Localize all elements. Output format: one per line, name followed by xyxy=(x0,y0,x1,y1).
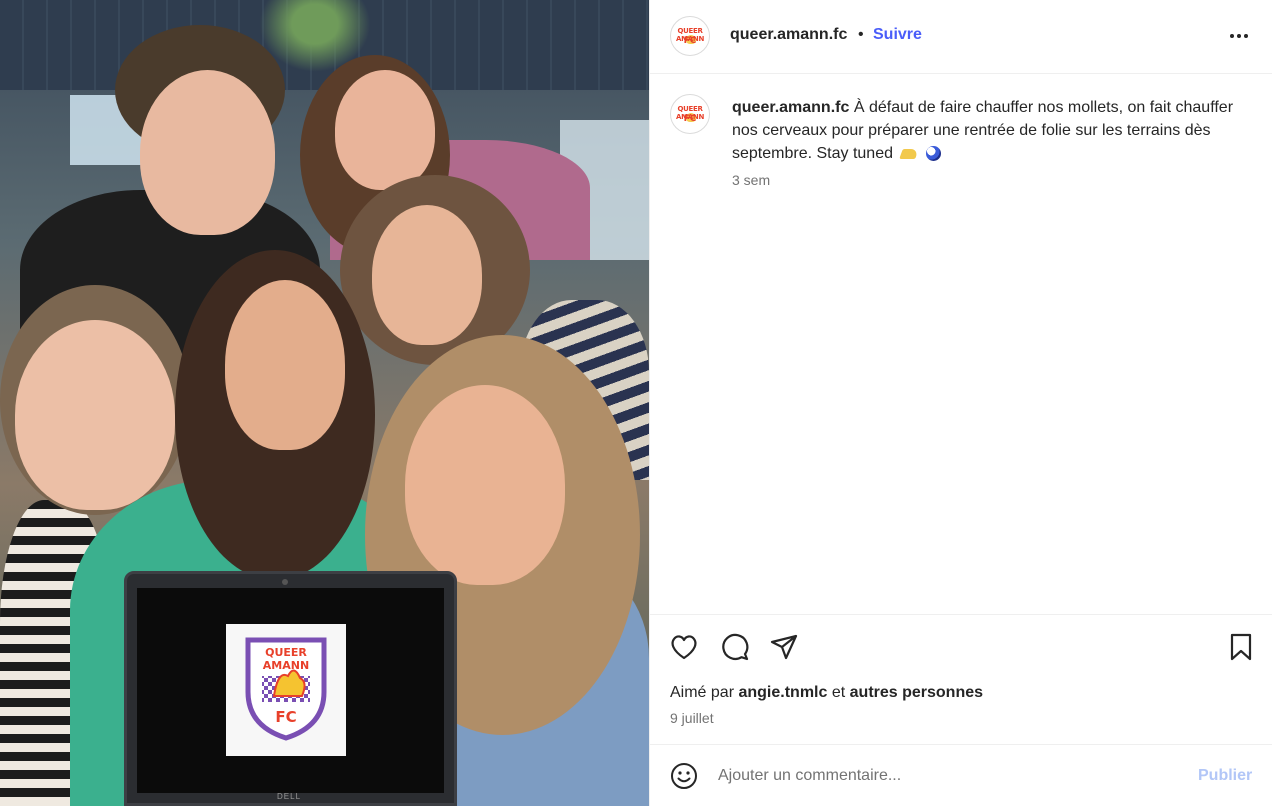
club-logo-card: QUEER AMANN FC xyxy=(226,624,346,756)
caption-username[interactable]: queer.amann.fc xyxy=(732,99,849,116)
cheese-emoji xyxy=(899,148,920,159)
logo-top-text: QUEER AMANN xyxy=(262,646,310,672)
liked-by-text: Aimé par angie.tnmlc et autres personnes xyxy=(670,684,983,702)
avatar[interactable]: QUEER AMANN FC xyxy=(670,16,710,56)
caption-time[interactable]: 3 sem xyxy=(732,172,770,188)
heart-icon[interactable] xyxy=(668,631,700,663)
bookmark-icon[interactable] xyxy=(1225,631,1257,663)
post-photo[interactable]: DELL QUEER AMANN FC xyxy=(0,0,649,806)
logo-bottom-text: FC xyxy=(275,708,297,726)
post-date[interactable]: 9 juillet xyxy=(670,710,714,726)
comment-icon[interactable] xyxy=(719,631,751,663)
liked-by-prefix: Aimé par xyxy=(670,684,735,701)
caption-section: QUEER AMANN FC queer.amann.fc À défaut d… xyxy=(650,74,1272,614)
soccer-ball-emoji xyxy=(925,146,941,162)
person-face xyxy=(335,70,435,190)
caption-avatar[interactable]: QUEER AMANN FC xyxy=(670,94,710,134)
more-horizontal-icon[interactable] xyxy=(1227,24,1251,48)
post-side-panel: QUEER AMANN FC queer.amann.fc • Suivre Q… xyxy=(649,0,1272,806)
action-bar: Aimé par angie.tnmlc et autres personnes… xyxy=(650,614,1272,744)
person-face xyxy=(225,280,345,450)
share-icon[interactable] xyxy=(768,631,800,663)
webcam-dot xyxy=(282,579,288,585)
person-face xyxy=(15,320,175,510)
person-face xyxy=(372,205,482,345)
post-header: QUEER AMANN FC queer.amann.fc • Suivre xyxy=(650,0,1272,74)
avatar-logo-bottom: FC xyxy=(683,114,697,124)
follow-button[interactable]: Suivre xyxy=(873,26,922,44)
person-face xyxy=(405,385,565,585)
liked-by-others[interactable]: autres personnes xyxy=(850,684,983,701)
smiley-icon[interactable] xyxy=(670,762,698,790)
person-face xyxy=(140,70,275,235)
liked-by-user[interactable]: angie.tnmlc xyxy=(738,684,827,701)
header-username[interactable]: queer.amann.fc xyxy=(730,26,847,44)
comment-bar: Publier xyxy=(650,744,1272,806)
comment-input[interactable] xyxy=(718,763,1178,789)
avatar-logo-bottom: FC xyxy=(683,36,697,46)
liked-by-joiner: et xyxy=(831,684,846,701)
caption-text: queer.amann.fc À défaut de faire chauffe… xyxy=(732,96,1242,165)
header-separator: • xyxy=(858,26,864,43)
laptop-brand: DELL xyxy=(277,792,302,801)
publish-button[interactable]: Publier xyxy=(1198,767,1252,785)
